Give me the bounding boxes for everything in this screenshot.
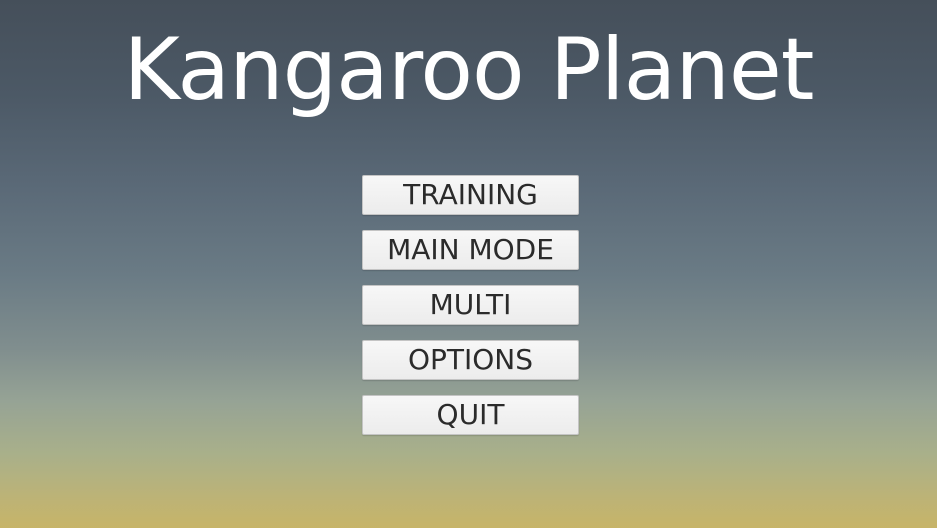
game-title: Kangaroo Planet (123, 20, 814, 120)
main-mode-button[interactable]: MAIN MODE (362, 230, 579, 270)
training-button[interactable]: TRAINING (362, 175, 579, 215)
multi-button[interactable]: MULTI (362, 285, 579, 325)
main-menu-screen: Kangaroo Planet TRAINING MAIN MODE MULTI… (0, 0, 937, 528)
options-button[interactable]: OPTIONS (362, 340, 579, 380)
quit-button[interactable]: QUIT (362, 395, 579, 435)
